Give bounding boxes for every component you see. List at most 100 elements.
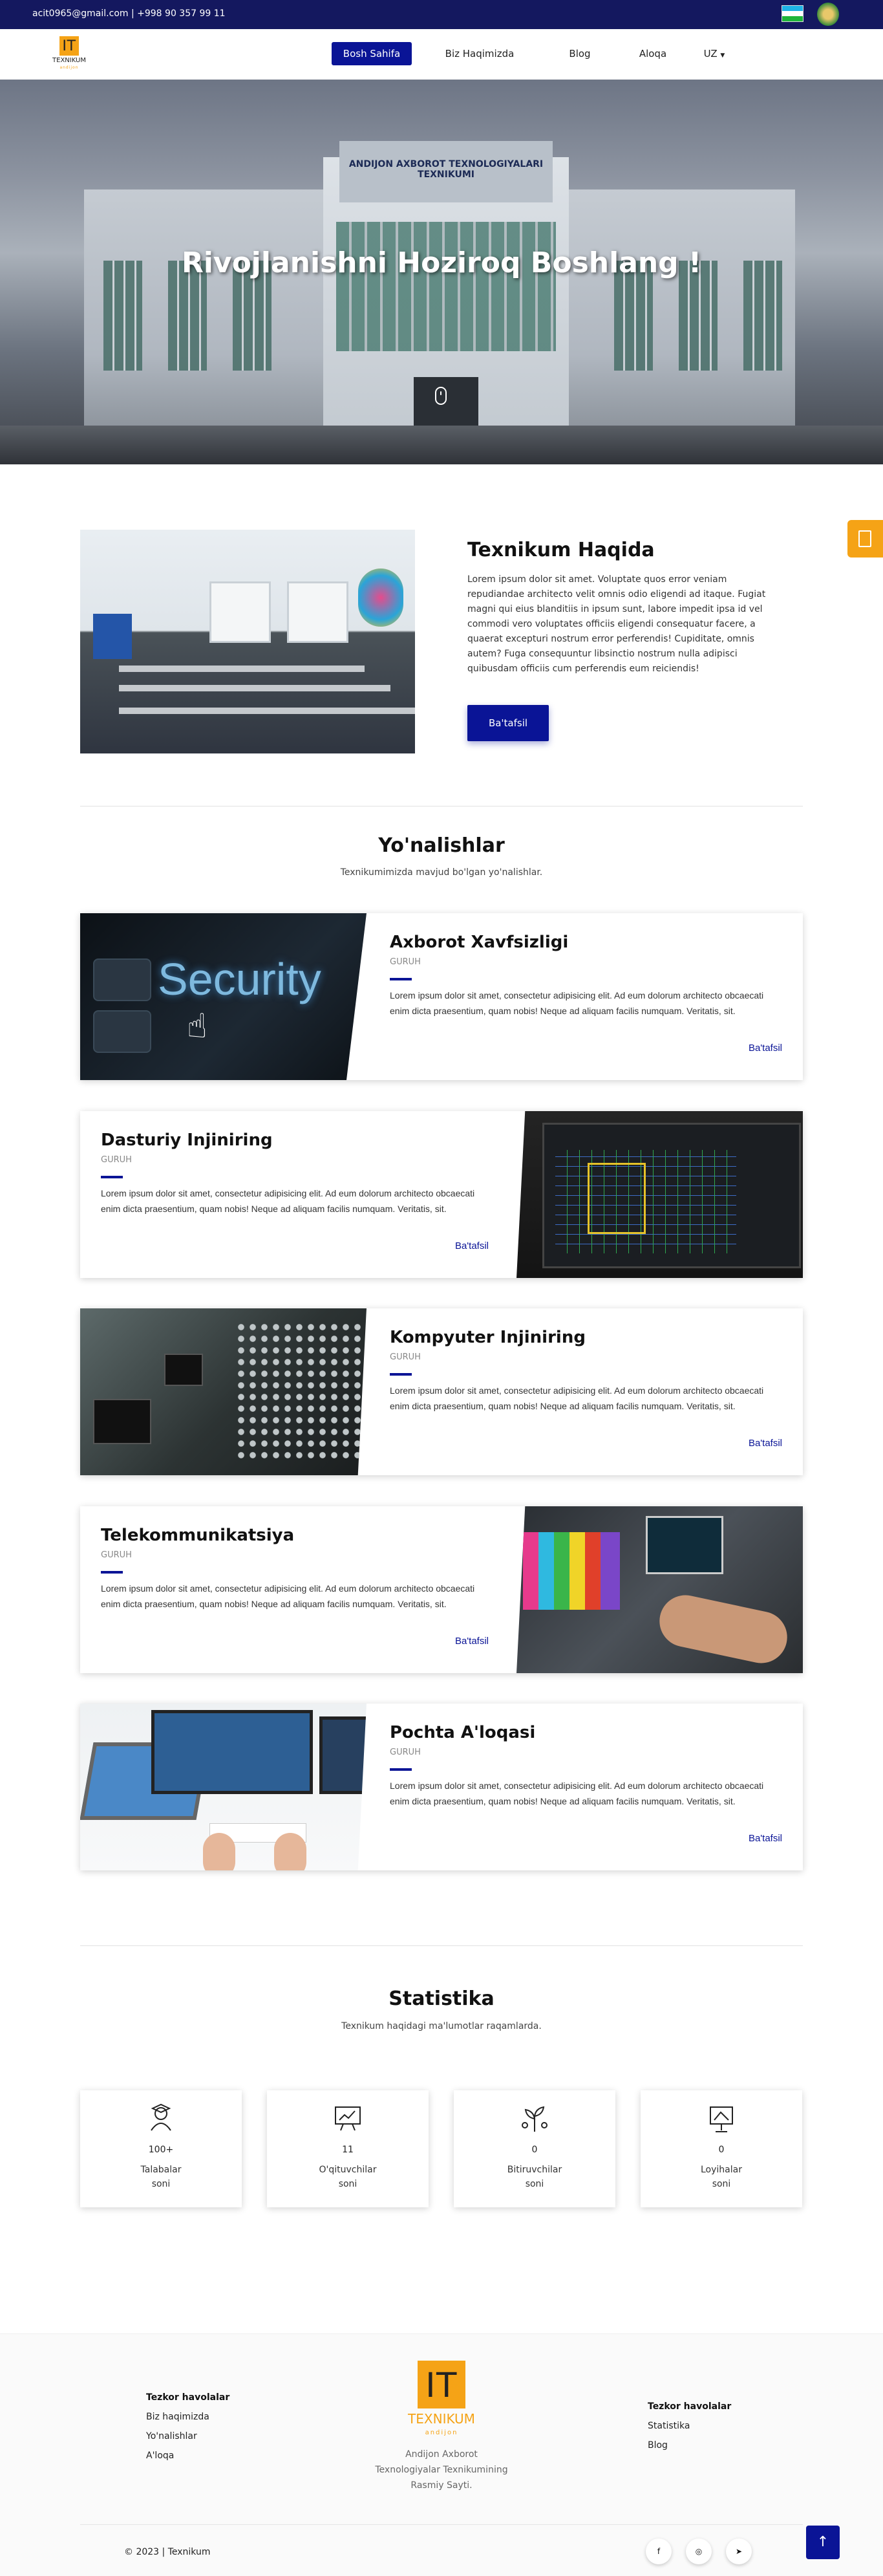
direction-text: Lorem ipsum dolor sit amet, consectetur … [101,1188,475,1214]
direction-group: GURUH [101,1550,132,1560]
stat-value: 11 [342,2145,354,2155]
footer-link-about[interactable]: Biz haqimizda [146,2412,209,2422]
direction-card-content: Telekommunikatsiya GURUH Lorem ipsum dol… [101,1506,489,1673]
telegram-icon[interactable]: ➤ [726,2538,752,2564]
direction-card: Security ☝ Axborot Xavfsizligi GURUH Lor… [80,913,803,1080]
cad-highlight [588,1163,646,1234]
direction-group: GURUH [390,957,421,967]
classroom-art [358,568,403,627]
accent-bar [101,1571,123,1574]
classroom-desk [119,666,365,672]
classroom-desk [119,708,415,714]
contact-info: acit0965@gmail.com | +998 90 357 99 11 [32,8,226,19]
direction-more-link[interactable]: Ba'tafsil [749,1043,782,1054]
stat-label: Talabalar soni [140,2165,182,2189]
facebook-icon[interactable]: f [646,2538,672,2564]
stat-card: 11 O'qituvchilar soni [267,2090,429,2207]
directions-subtitle: Texnikumimizda mavjud bo'lgan yo'nalishl… [340,867,543,878]
direction-title: Kompyuter Injiniring [390,1328,586,1347]
instagram-icon[interactable]: ◎ [686,2538,712,2564]
chip-dots [235,1321,365,1464]
copyright: © 2023 | Texnikum [124,2547,211,2557]
top-bar: acit0965@gmail.com | +998 90 357 99 11 [0,0,883,29]
pointer-hand-icon: ☝ [187,1007,207,1046]
stats-subtitle: Texnikum haqidagi ma'lumotlar raqamlarda… [341,2021,542,2031]
stat-card: 100+ Talabalar soni [80,2090,242,2207]
graduate-plant-icon [522,2106,548,2132]
direction-group: GURUH [101,1155,132,1165]
monitor [151,1710,313,1794]
footer-link-directions[interactable]: Yo'nalishlar [146,2431,197,2441]
direction-card: Dasturiy Injiniring GURUH Lorem ipsum do… [80,1111,803,1278]
state-emblem-icon[interactable] [817,3,839,26]
divider [80,1945,803,1946]
building-glass [336,222,556,351]
direction-text: Lorem ipsum dolor sit amet, consectetur … [390,1385,764,1411]
direction-more-link[interactable]: Ba'tafsil [455,1240,489,1251]
classroom-window [209,581,271,643]
direction-more-link[interactable]: Ba'tafsil [749,1833,782,1844]
nav-about[interactable]: Biz Haqimizda [440,42,519,65]
footer-description: Andijon Axborot Texnologiyalar Texnikumin… [375,2449,508,2491]
accent-bar [390,1373,412,1376]
footer-link-blog[interactable]: Blog [648,2440,668,2451]
site-logo[interactable]: IT TEXNIKUM andijon [50,36,88,72]
direction-more-link[interactable]: Ba'tafsil [749,1438,782,1449]
direction-more-link[interactable]: Ba'tafsil [455,1636,489,1647]
chip [93,1399,151,1444]
stat-label: Bitiruvchilar soni [507,2165,562,2189]
direction-card-content: Kompyuter Injiniring GURUH Lorem ipsum d… [390,1308,782,1475]
stat-card: 0 Bitiruvchilar soni [454,2090,615,2207]
language-select[interactable]: UZ ▼ [700,42,729,65]
direction-card-content: Axborot Xavfsizligi GURUH Lorem ipsum do… [390,913,782,1080]
footer-logo-word: TEXNIKUM [408,2411,475,2427]
about-heading: Texnikum Haqida [467,539,655,561]
direction-text: Lorem ipsum dolor sit amet, consectetur … [390,990,764,1016]
direction-card: Pochta A'loqasi GURUH Lorem ipsum dolor … [80,1704,803,1870]
keyboard-key [93,958,151,1001]
about-more-button[interactable]: Ba'tafsil [467,705,549,741]
chip [164,1354,203,1386]
nav-contact[interactable]: Aloqa [630,42,676,65]
keyboard-key [93,1010,151,1053]
building-sign: ANDIJON AXBOROT TEXNOLOGIYALARI TEXNIKUM… [339,141,553,202]
direction-title: Telekommunikatsiya [101,1526,295,1545]
side-document-tab[interactable] [847,520,883,557]
accent-bar [101,1176,123,1178]
language-label: UZ [703,48,718,60]
footer-link-stats[interactable]: Statistika [648,2421,690,2431]
direction-title: Axborot Xavfsizligi [390,933,569,952]
directions-heading: Yo'nalishlar [378,834,505,857]
security-image-text: Security [158,954,321,1004]
oscilloscope-screen [646,1516,723,1574]
footer: Tezkor havolalar Biz haqimizda Yo'nalish… [0,2333,883,2576]
accent-bar [390,1768,412,1771]
classroom-board [93,614,132,659]
telecom-image [516,1506,803,1673]
navbar: IT TEXNIKUM andijon Bosh Sahifa Biz Haqi… [0,29,883,80]
logo-word: TEXNIKUM [52,57,86,64]
postal-image [80,1704,367,1870]
direction-title: Dasturiy Injiniring [101,1131,273,1150]
back-to-top-button[interactable]: ↑ [806,2526,840,2559]
security-image: Security ☝ [80,913,367,1080]
direction-group: GURUH [390,1748,421,1757]
stat-label: Loyihalar soni [701,2165,742,2189]
uzbekistan-flag-icon[interactable] [782,5,803,22]
direction-group: GURUH [390,1352,421,1362]
monitor [319,1716,367,1794]
direction-text: Lorem ipsum dolor sit amet, consectetur … [390,1780,764,1806]
stats-heading: Statistika [388,1987,495,2010]
direction-card: Telekommunikatsiya GURUH Lorem ipsum dol… [80,1506,803,1673]
arm [274,1833,306,1870]
document-icon [858,530,871,547]
nav-blog[interactable]: Blog [560,42,599,65]
nav-home[interactable]: Bosh Sahifa [332,42,412,65]
stat-label: O'qituvchilar soni [319,2165,377,2189]
footer-logo-mark: IT [418,2361,465,2408]
mouse-scroll-icon[interactable] [435,387,447,405]
hero-banner: ANDIJON AXBOROT TEXNOLOGIYALARI TEXNIKUM… [0,80,883,464]
about-text: Lorem ipsum dolor sit amet. Voluptate qu… [467,574,766,674]
footer-link-contact[interactable]: A'loqa [146,2451,174,2461]
logo-mark: IT [59,36,79,56]
